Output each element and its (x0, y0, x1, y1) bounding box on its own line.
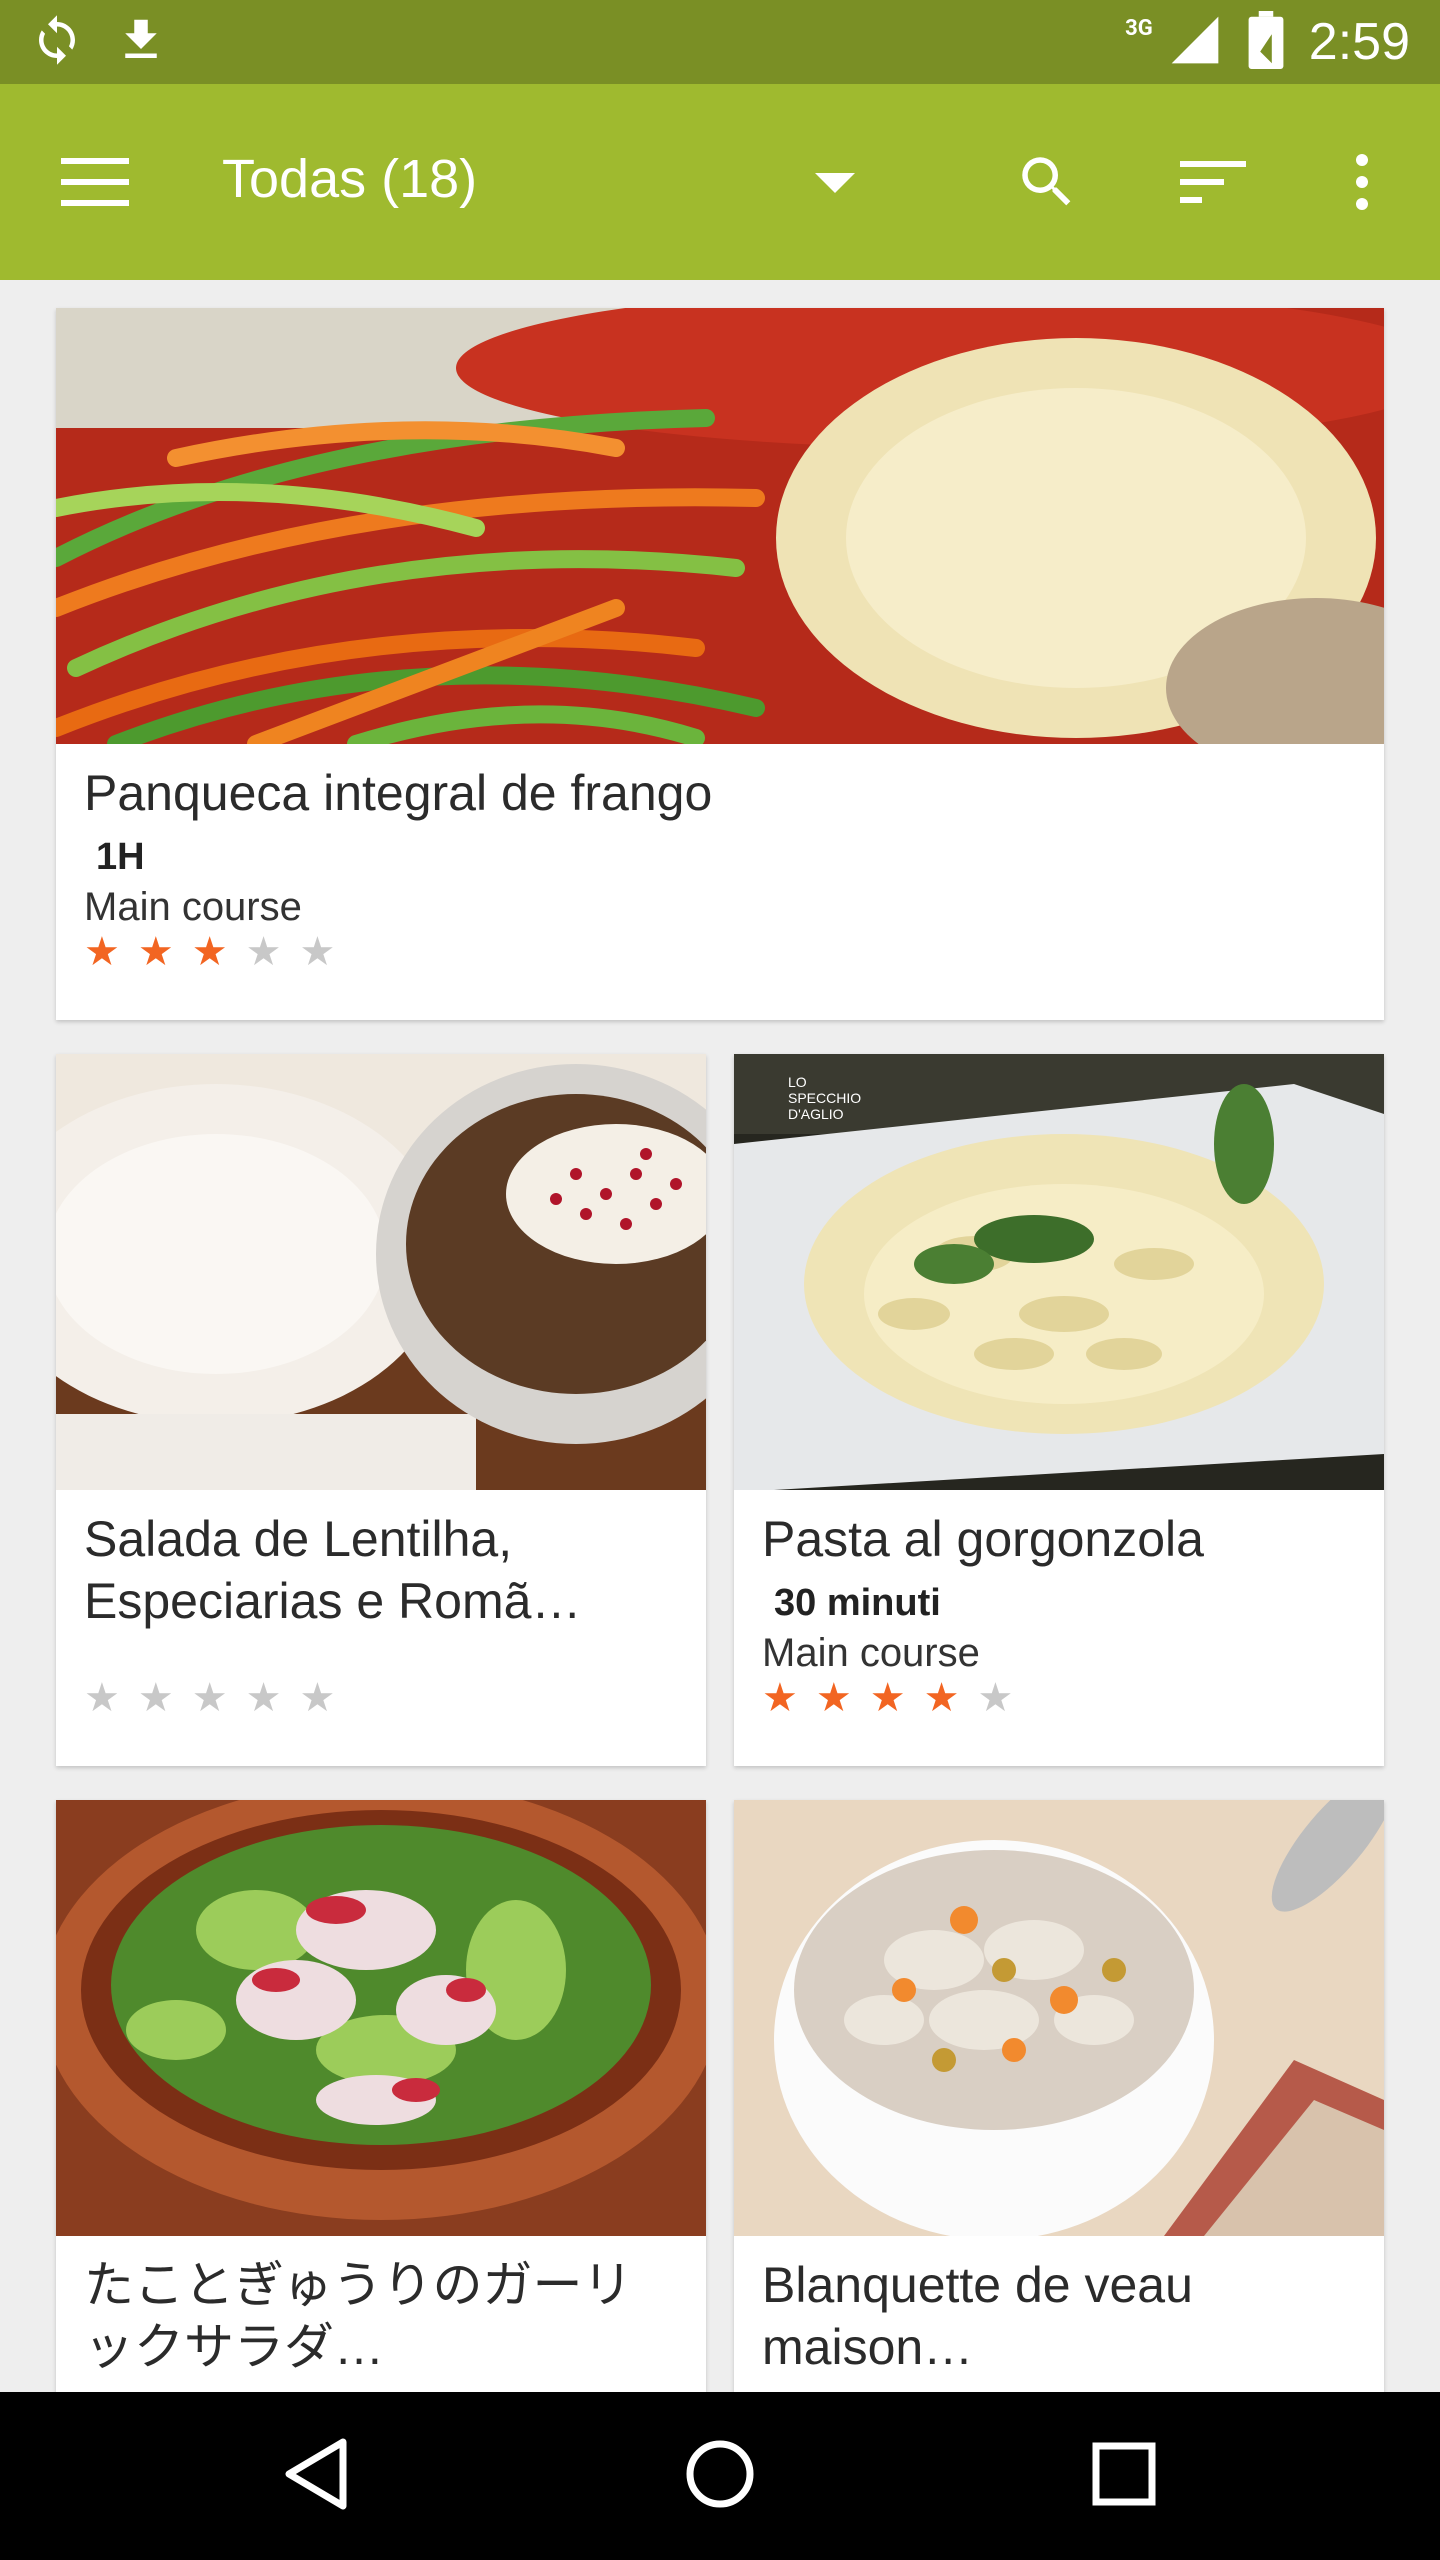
recipe-name: たことぎゅうりのガーリックサラダ… (84, 2257, 633, 2375)
sort-button[interactable] (1172, 142, 1256, 226)
recipe-time: 1H (96, 836, 145, 878)
star-empty-icon: ★ (191, 1674, 228, 1721)
recipe-rating: ★ ★ ★ ★ ★ (84, 928, 335, 975)
recipe-card[interactable]: Panqueca integral de frango 1H Main cour… (56, 308, 1384, 1020)
recipe-time: 30 minuti (774, 1582, 941, 1624)
star-empty-icon: ★ (245, 928, 282, 975)
dropdown-arrow-icon (815, 173, 855, 199)
status-bar: 3G 2:59 (0, 0, 1440, 84)
sync-icon (30, 13, 84, 71)
recipe-name: Panqueca integral de frango (84, 765, 713, 821)
star-filled-icon: ★ (923, 1674, 960, 1721)
recents-button[interactable] (1074, 2426, 1174, 2526)
recipe-category: Main course (762, 1631, 980, 1675)
star-empty-icon: ★ (299, 928, 336, 975)
back-icon (283, 2438, 349, 2514)
battery-icon (1247, 11, 1285, 73)
back-button[interactable] (266, 2426, 366, 2526)
more-vert-icon (1352, 152, 1372, 216)
recipe-image (56, 1054, 706, 1490)
network-type: 3G (1125, 15, 1153, 41)
image-watermark: LO SPECCHIO D'AGLIO (788, 1074, 862, 1122)
signal-icon (1167, 12, 1223, 72)
recipe-card[interactable]: Salada de Lentilha, Especiarias e Romã… … (56, 1054, 706, 1766)
star-empty-icon: ★ (299, 1674, 336, 1721)
recipe-image: LO SPECCHIO D'AGLIO (734, 1054, 1384, 1490)
menu-button[interactable] (56, 144, 136, 224)
recipe-category: Main course (84, 885, 302, 929)
home-button[interactable] (670, 2426, 770, 2526)
navigation-bar (0, 2392, 1440, 2560)
recents-icon (1092, 2442, 1156, 2510)
category-filter-title[interactable]: Todas (18) (222, 148, 477, 210)
star-filled-icon: ★ (137, 928, 174, 975)
star-filled-icon: ★ (191, 928, 228, 975)
recipe-card[interactable]: たことぎゅうりのガーリックサラダ… (56, 1800, 706, 2392)
menu-icon (61, 154, 131, 214)
recipe-rating: ★ ★ ★ ★ ★ (762, 1674, 1013, 1721)
recipe-rating: ★ ★ ★ ★ ★ (84, 1674, 335, 1721)
star-empty-icon: ★ (84, 1674, 120, 1721)
star-filled-icon: ★ (815, 1674, 852, 1721)
category-dropdown-button[interactable] (800, 156, 870, 216)
recipe-name: Blanquette de veau maison… (762, 2257, 1193, 2375)
recipe-image (734, 1800, 1384, 2236)
search-icon (1014, 149, 1080, 219)
recipe-image (56, 1800, 706, 2236)
recipe-image (56, 308, 1384, 744)
home-icon (684, 2438, 756, 2514)
star-filled-icon: ★ (762, 1674, 798, 1721)
star-empty-icon: ★ (137, 1674, 174, 1721)
recipe-name: Salada de Lentilha, Especiarias e Romã… (84, 1511, 582, 1629)
star-empty-icon: ★ (245, 1674, 282, 1721)
star-filled-icon: ★ (84, 928, 120, 975)
star-filled-icon: ★ (869, 1674, 906, 1721)
recipe-list: Panqueca integral de frango 1H Main cour… (0, 280, 1440, 2392)
download-icon (114, 10, 168, 74)
star-empty-icon: ★ (977, 1674, 1014, 1721)
app-toolbar: Todas (18) (0, 84, 1440, 280)
search-button[interactable] (1005, 142, 1089, 226)
recipe-card[interactable]: Blanquette de veau maison… (734, 1800, 1384, 2392)
more-options-button[interactable] (1320, 142, 1404, 226)
sort-icon (1180, 157, 1248, 211)
recipe-card[interactable]: LO SPECCHIO D'AGLIO Pasta al gorgonzola … (734, 1054, 1384, 1766)
clock: 2:59 (1308, 13, 1410, 71)
recipe-name: Pasta al gorgonzola (762, 1511, 1204, 1567)
